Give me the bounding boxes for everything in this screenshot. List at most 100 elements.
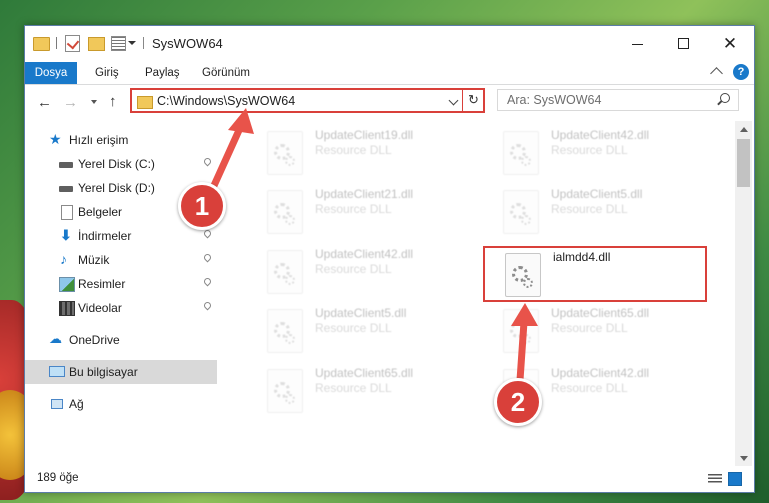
address-separator — [462, 90, 463, 111]
search-box[interactable]: Ara: SysWOW64 — [497, 89, 739, 111]
properties-check-icon[interactable] — [65, 35, 80, 52]
pictures-icon — [59, 277, 75, 292]
file-type: Resource DLL — [551, 321, 628, 335]
sidebar-item-label: Ağ — [69, 397, 84, 411]
dll-file-icon — [503, 131, 539, 175]
window-title: SysWOW64 — [152, 36, 223, 51]
sidebar-item-label: Müzik — [78, 253, 110, 267]
scroll-up-icon[interactable] — [740, 127, 748, 132]
quick-access-separator — [56, 37, 57, 49]
sidebar-item-onedrive[interactable]: ☁ OneDrive — [25, 328, 217, 352]
sidebar-item-label: Yerel Disk (C:) — [78, 157, 155, 171]
title-bar: SysWOW64 ✕ — [25, 26, 754, 62]
file-name: UpdateClient19.dll — [315, 128, 414, 142]
file-item[interactable]: UpdateClient19.dll Resource DLL — [247, 126, 477, 182]
details-view-icon[interactable] — [708, 474, 722, 484]
file-item[interactable]: UpdateClient42.dll Resource DLL — [483, 126, 713, 182]
help-icon[interactable]: ? — [733, 64, 749, 80]
drive-icon — [59, 162, 73, 168]
up-arrow-icon[interactable]: ↑ — [109, 93, 117, 110]
sidebar-item-videos[interactable]: Videolar — [25, 296, 217, 320]
file-type: Resource DLL — [315, 202, 392, 216]
tab-file[interactable]: Dosya — [25, 62, 77, 84]
list-icon[interactable] — [111, 36, 126, 51]
highlight-box-file — [483, 246, 707, 302]
file-item[interactable]: UpdateClient5.dll Resource DLL — [247, 304, 477, 360]
file-name: UpdateClient21.dll — [315, 187, 414, 201]
address-bar[interactable]: C:\Windows\SysWOW64 ↻ — [130, 88, 485, 113]
tab-share[interactable]: Paylaş — [145, 62, 180, 84]
sidebar-item-quick-access[interactable]: ★ Hızlı erişim — [25, 128, 217, 152]
large-icons-view-icon[interactable] — [728, 472, 742, 486]
maximize-icon — [678, 38, 689, 49]
search-icon[interactable] — [720, 93, 730, 103]
sidebar-item-label: Yerel Disk (D:) — [78, 181, 155, 195]
file-type: Resource DLL — [551, 381, 628, 395]
scrollbar-thumb[interactable] — [737, 139, 750, 187]
file-name: UpdateClient65.dll — [551, 306, 650, 320]
pin-icon — [202, 228, 213, 239]
sidebar-item-label: Resimler — [78, 277, 126, 291]
file-name: UpdateClient65.dll — [315, 366, 414, 380]
folder-icon[interactable] — [33, 37, 50, 51]
pin-icon — [202, 276, 213, 287]
tab-view[interactable]: Görünüm — [202, 62, 250, 84]
sidebar-item-local-disk-c[interactable]: Yerel Disk (C:) — [25, 152, 217, 176]
explorer-window: SysWOW64 ✕ Dosya Giriş Paylaş Görünüm ? … — [24, 25, 755, 493]
customize-toolbar-dropdown-icon[interactable] — [128, 41, 136, 45]
sidebar-item-label: Belgeler — [78, 205, 123, 219]
music-icon: ♪ — [60, 251, 67, 267]
forward-arrow-icon[interactable]: → — [63, 94, 78, 111]
dll-file-icon — [503, 190, 539, 234]
download-icon: ⬇ — [60, 227, 72, 243]
title-separator — [143, 37, 144, 49]
dll-file-icon — [267, 309, 303, 353]
folder-icon — [137, 96, 153, 109]
file-item[interactable]: UpdateClient5.dll Resource DLL — [483, 185, 713, 241]
scroll-down-icon[interactable] — [740, 456, 748, 461]
address-path[interactable]: C:\Windows\SysWOW64 — [157, 94, 295, 108]
sidebar-item-network[interactable]: Ağ — [25, 392, 217, 416]
sidebar-item-pictures[interactable]: Resimler — [25, 272, 217, 296]
navigation-pane: ★ Hızlı erişim Yerel Disk (C:) Yerel Dis… — [25, 121, 217, 466]
dll-file-icon — [267, 131, 303, 175]
file-item[interactable]: UpdateClient65.dll Resource DLL — [483, 304, 713, 360]
refresh-icon[interactable]: ↻ — [468, 92, 479, 108]
maximize-button[interactable] — [661, 26, 707, 62]
vertical-scrollbar[interactable] — [735, 121, 752, 466]
address-dropdown-icon[interactable] — [448, 95, 459, 106]
file-item[interactable]: UpdateClient21.dll Resource DLL — [247, 185, 477, 241]
file-name: UpdateClient5.dll — [315, 306, 407, 320]
pin-icon — [202, 252, 213, 263]
expand-ribbon-chevron-icon[interactable] — [710, 67, 723, 80]
star-icon: ★ — [49, 131, 62, 147]
sidebar-item-downloads[interactable]: ⬇ İndirmeler — [25, 224, 217, 248]
new-folder-icon[interactable] — [88, 37, 105, 51]
sidebar-item-label: Videolar — [78, 301, 122, 315]
computer-icon — [49, 366, 65, 377]
file-item[interactable]: UpdateClient42.dll Resource DLL — [247, 245, 477, 301]
navigation-bar: ← → ↑ C:\Windows\SysWOW64 ↻ Ara: SysWOW6… — [25, 85, 754, 121]
ribbon-tabs: Dosya Giriş Paylaş Görünüm ? — [25, 62, 754, 85]
minimize-button[interactable] — [615, 26, 661, 62]
sidebar-item-label: Hızlı erişim — [69, 133, 129, 147]
file-type: Resource DLL — [551, 143, 628, 157]
sidebar-item-label: Bu bilgisayar — [69, 365, 138, 379]
file-item[interactable]: UpdateClient65.dll Resource DLL — [247, 364, 477, 420]
file-name: UpdateClient42.dll — [315, 247, 414, 261]
drive-icon — [59, 186, 73, 192]
file-type: Resource DLL — [551, 202, 628, 216]
sidebar-item-music[interactable]: ♪ Müzik — [25, 248, 217, 272]
dll-file-icon — [267, 250, 303, 294]
sidebar-item-this-pc[interactable]: Bu bilgisayar — [25, 360, 217, 384]
dll-file-icon — [503, 309, 539, 353]
recent-locations-dropdown-icon[interactable] — [91, 100, 97, 104]
sidebar-item-label: İndirmeler — [78, 229, 132, 243]
tab-home[interactable]: Giriş — [95, 62, 119, 84]
back-arrow-icon[interactable]: ← — [37, 94, 52, 111]
close-button[interactable]: ✕ — [707, 26, 753, 62]
file-name: UpdateClient42.dll — [551, 366, 650, 380]
file-type: Resource DLL — [315, 143, 392, 157]
sidebar-item-label: OneDrive — [69, 333, 120, 347]
step-1-badge: 1 — [178, 182, 226, 230]
